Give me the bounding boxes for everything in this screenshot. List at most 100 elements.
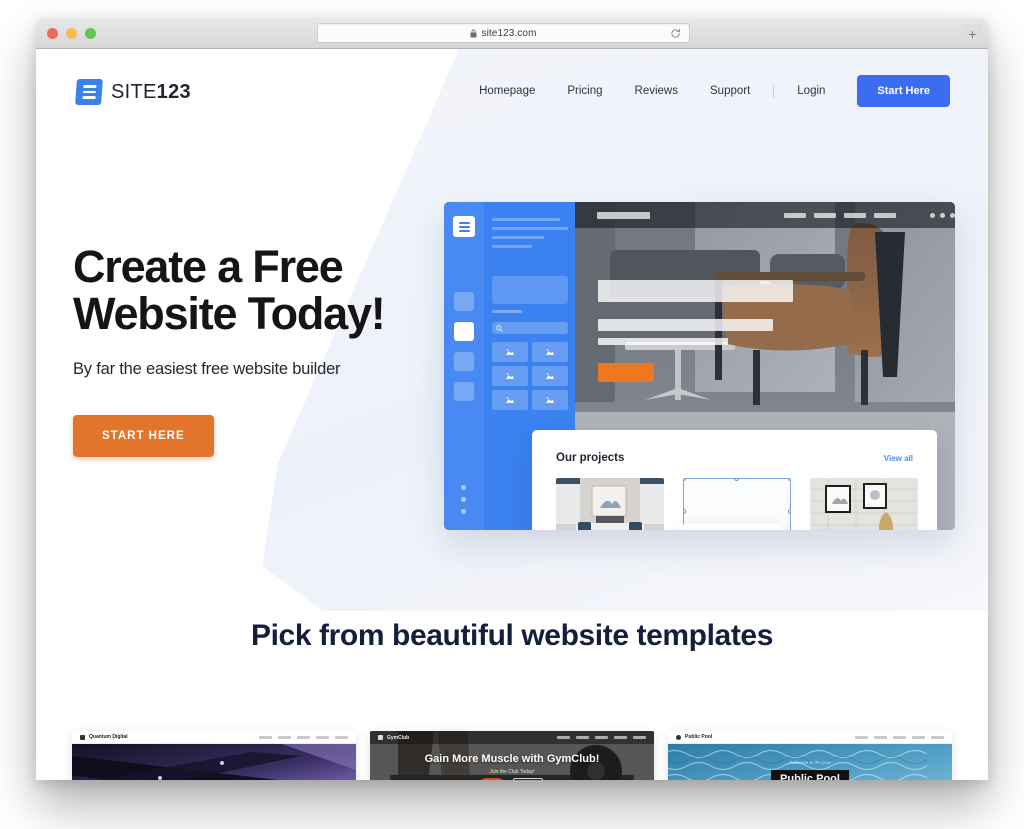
site123-logo-icon bbox=[75, 79, 103, 105]
mockup-topbar-nav bbox=[784, 212, 896, 218]
template-topbar: Public Pool bbox=[668, 731, 952, 744]
template-subheadline: Join the Club Today! bbox=[489, 769, 535, 775]
nav-item-support[interactable]: Support bbox=[694, 85, 766, 97]
template-headline: Gain More Muscle with GymClub! bbox=[424, 753, 600, 765]
template-subheadline: Welcome to the pool bbox=[789, 760, 831, 765]
template-nav bbox=[557, 736, 646, 739]
address-bar[interactable]: site123.com bbox=[317, 23, 690, 43]
browser-titlebar: site123.com + bbox=[36, 18, 988, 49]
resize-handle[interactable] bbox=[734, 479, 739, 481]
resize-handle[interactable] bbox=[788, 479, 790, 481]
mockup-sidebar-item-1[interactable] bbox=[454, 292, 474, 311]
more-dots-icon[interactable] bbox=[461, 485, 466, 514]
project-item[interactable]: Phasellus commodo bbox=[556, 478, 664, 530]
projects-card-title: Our projects bbox=[556, 452, 625, 464]
template-nav bbox=[259, 735, 348, 739]
image-placeholder-icon[interactable] bbox=[492, 366, 528, 386]
reload-icon[interactable] bbox=[670, 28, 681, 39]
lock-icon bbox=[470, 29, 477, 37]
mockup-sidebar-item-3[interactable] bbox=[454, 352, 474, 371]
resize-handle[interactable] bbox=[684, 479, 686, 481]
template-card-quantum-digital[interactable]: Quantum Digital bbox=[72, 731, 356, 780]
template-brand-icon bbox=[676, 734, 681, 740]
template-brand-name: GymClub bbox=[387, 734, 410, 741]
templates-section: Pick from beautiful website templates Qu… bbox=[36, 619, 988, 780]
resize-handle[interactable] bbox=[788, 509, 790, 514]
site-logo-text: SITE123 bbox=[111, 81, 191, 104]
mockup-headline-placeholder bbox=[598, 280, 793, 302]
page-viewport: SITE123 Homepage Pricing Reviews Support… bbox=[36, 49, 988, 780]
template-brand-icon bbox=[378, 735, 383, 740]
living-room-photo bbox=[556, 478, 664, 530]
hero-subtitle: By far the easiest free website builder bbox=[73, 359, 341, 378]
template-topbar: GymClub bbox=[370, 731, 654, 744]
logo-text-bold: 123 bbox=[156, 80, 191, 103]
template-brand-name: Quantum Digital bbox=[89, 734, 128, 740]
template-primary-button[interactable] bbox=[481, 778, 503, 780]
template-card-public-pool[interactable]: Public Pool Welcome to the pool Public P… bbox=[668, 731, 952, 780]
template-topbar: Quantum Digital bbox=[72, 731, 356, 744]
image-placeholder-icon[interactable] bbox=[532, 366, 568, 386]
hero-start-here-button[interactable]: START HERE bbox=[73, 414, 214, 457]
hero-title: Create a Free Website Today! bbox=[73, 241, 433, 339]
mockup-sidebar-label bbox=[492, 310, 522, 313]
dark-abstract-photo bbox=[72, 744, 356, 780]
traffic-lights bbox=[47, 28, 96, 39]
project-thumbnail bbox=[810, 478, 918, 530]
template-brand-name: Public Pool bbox=[685, 734, 713, 740]
url-text: site123.com bbox=[481, 27, 537, 39]
nav-item-homepage[interactable]: Homepage bbox=[463, 85, 551, 97]
template-secondary-button[interactable] bbox=[513, 778, 543, 780]
brick-wall-photo bbox=[810, 478, 918, 530]
mockup-text-placeholder-1 bbox=[598, 319, 773, 331]
template-card-gymclub[interactable]: GymClub Gain More Muscle with GymClub! J… bbox=[370, 731, 654, 780]
mockup-site-topbar bbox=[575, 202, 955, 228]
window-dots-icon bbox=[930, 212, 955, 218]
nav-item-login[interactable]: Login bbox=[781, 85, 841, 97]
template-hero: Welcome to the pool Public Pool bbox=[668, 744, 952, 780]
image-placeholder-icon[interactable] bbox=[532, 390, 568, 410]
selected-empty-box[interactable] bbox=[683, 478, 791, 530]
close-window-button[interactable] bbox=[47, 28, 58, 39]
project-item[interactable]: culis luctus ante bbox=[810, 478, 918, 530]
menu-logo-icon[interactable] bbox=[453, 216, 475, 237]
nav-item-pricing[interactable]: Pricing bbox=[551, 85, 618, 97]
hero-title-line-2: Website Today! bbox=[73, 287, 386, 339]
new-tab-button[interactable]: + bbox=[963, 24, 982, 43]
site-logo[interactable]: SITE123 bbox=[75, 79, 191, 105]
nav-item-reviews[interactable]: Reviews bbox=[619, 85, 694, 97]
nav-divider bbox=[773, 84, 775, 98]
mockup-cta-placeholder bbox=[598, 363, 654, 382]
template-hero bbox=[72, 744, 356, 780]
mockup-sidebar-item-2-active[interactable] bbox=[454, 322, 474, 341]
image-placeholder-icon[interactable] bbox=[532, 342, 568, 362]
projects-card-header: Our projects View all bbox=[532, 430, 937, 464]
templates-row: Quantum Digital GymClub Gain More Muscle… bbox=[36, 731, 988, 780]
template-nav bbox=[855, 735, 944, 739]
header-start-here-button[interactable]: Start Here bbox=[857, 75, 950, 107]
project-item[interactable]: Natoque bbox=[683, 478, 791, 530]
mockup-text-placeholder-2 bbox=[598, 338, 728, 345]
browser-window: site123.com + SITE123 Homepage Pricing R… bbox=[36, 18, 988, 780]
main-navigation: Homepage Pricing Reviews Support Login S… bbox=[463, 75, 950, 107]
hero-section: Create a Free Website Today! By far the … bbox=[73, 241, 433, 457]
image-placeholder-icon[interactable] bbox=[492, 342, 528, 362]
image-chooser-popover: Choose image bbox=[682, 524, 783, 530]
address-bar-content: site123.com bbox=[470, 28, 536, 39]
search-input[interactable] bbox=[492, 322, 568, 334]
template-hero: GymClub Gain More Muscle with GymClub! J… bbox=[370, 731, 654, 780]
mockup-topbar-logo bbox=[597, 211, 650, 219]
hero-title-line-1: Create a Free bbox=[73, 241, 344, 292]
mockup-sidebar-item-4[interactable] bbox=[454, 382, 474, 401]
view-all-link[interactable]: View all bbox=[884, 454, 913, 463]
image-placeholder-icon[interactable] bbox=[492, 390, 528, 410]
template-buttons bbox=[370, 778, 654, 780]
template-headline: Public Pool bbox=[771, 770, 849, 780]
editor-mockup: Our projects View all bbox=[444, 202, 955, 530]
projects-grid: Phasellus commodo Natoque bbox=[532, 464, 937, 530]
mockup-sidebar-block bbox=[492, 276, 568, 304]
minimize-window-button[interactable] bbox=[66, 28, 77, 39]
maximize-window-button[interactable] bbox=[85, 28, 96, 39]
resize-handle[interactable] bbox=[684, 509, 686, 514]
projects-card: Our projects View all bbox=[532, 430, 937, 530]
